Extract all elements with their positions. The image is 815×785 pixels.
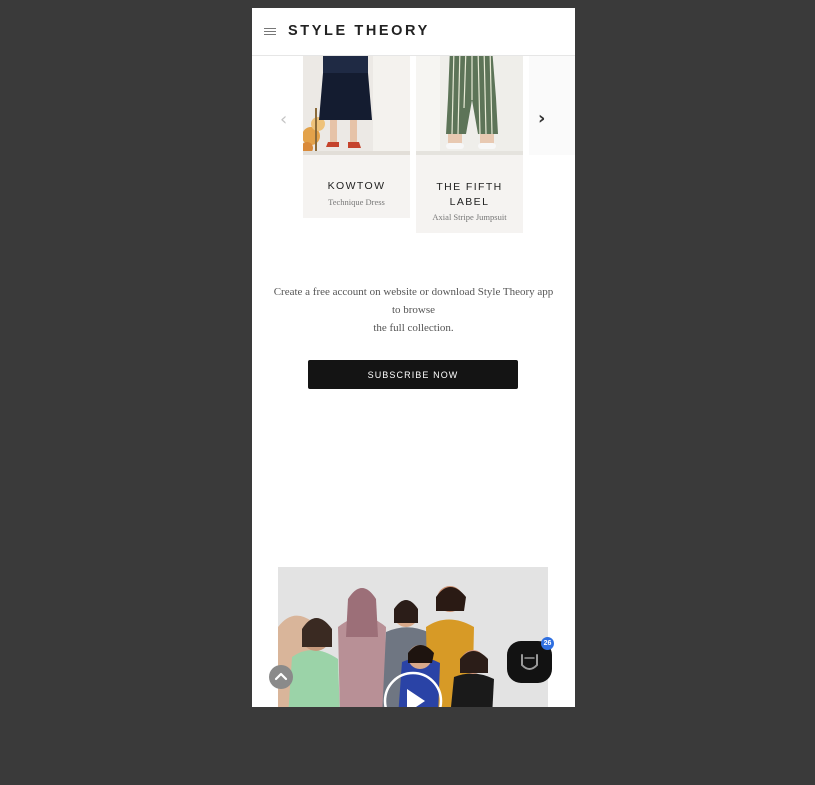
signup-prompt-line2: the full collection. bbox=[373, 322, 454, 334]
signup-prompt: Create a free account on website or down… bbox=[272, 283, 555, 337]
product-image bbox=[416, 48, 523, 155]
chevron-left-icon[interactable]: ‹ bbox=[280, 111, 287, 129]
product-name: Technique Dress bbox=[328, 197, 385, 207]
product-card-the-fifth-label[interactable]: THE FIFTH LABEL Axial Stripe Jumpsuit bbox=[416, 48, 523, 233]
top-navigation-bar: STYLE THEORY bbox=[252, 8, 575, 56]
subscribe-now-button[interactable]: SUBSCRIBE NOW bbox=[308, 360, 518, 389]
product-image bbox=[303, 48, 410, 155]
product-card-partial[interactable] bbox=[529, 48, 575, 155]
product-name: Axial Stripe Jumpsuit bbox=[432, 212, 507, 222]
notification-badge: 26 bbox=[541, 637, 554, 650]
hamburger-icon[interactable] bbox=[264, 28, 276, 36]
play-icon[interactable] bbox=[383, 671, 443, 707]
scroll-to-top-button[interactable] bbox=[269, 665, 293, 689]
signup-prompt-line1: Create a free account on website or down… bbox=[273, 286, 554, 316]
mobile-page: STYLE THEORY KOWTOW Technique Dress THE … bbox=[252, 8, 575, 707]
product-brand: KOWTOW bbox=[327, 180, 386, 192]
chevron-up-icon bbox=[274, 672, 288, 681]
chevron-right-icon[interactable]: › bbox=[538, 110, 545, 128]
video-thumbnail[interactable] bbox=[278, 567, 548, 707]
style-theory-logo[interactable]: STYLE THEORY bbox=[288, 23, 430, 39]
product-card-kowtow[interactable]: KOWTOW Technique Dress bbox=[303, 48, 410, 218]
product-brand: THE FIFTH LABEL bbox=[436, 181, 503, 208]
